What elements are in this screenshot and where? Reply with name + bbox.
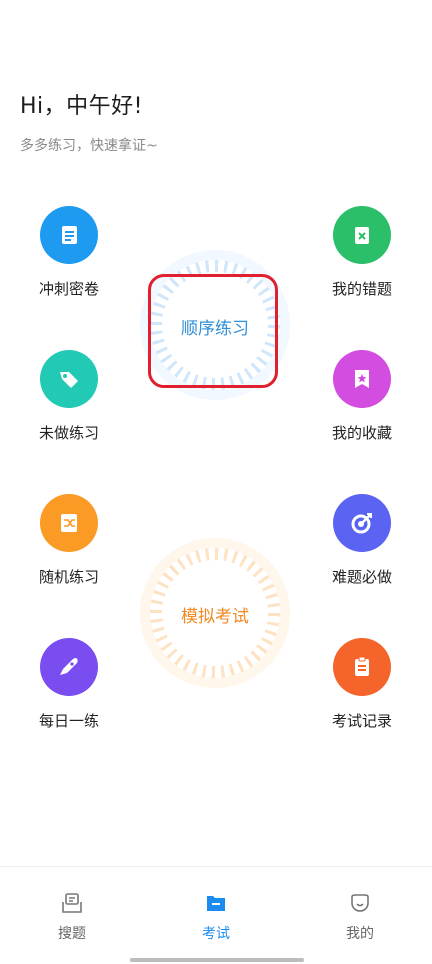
tab-mine[interactable]: 我的 [310, 891, 410, 943]
home-indicator [130, 958, 304, 962]
tile-label: 冲刺密卷 [38, 280, 99, 298]
tab-label: 考试 [202, 926, 230, 942]
tile-label: 我的错题 [331, 280, 392, 298]
tab-label: 搜题 [58, 926, 86, 942]
tab-exam[interactable]: 考试 [166, 891, 266, 943]
tile-label: 随机练习 [38, 568, 99, 586]
tab-label: 我的 [346, 926, 374, 942]
mock-exam-label: 模拟考试 [181, 607, 249, 627]
tab-search-question[interactable]: 搜题 [22, 891, 122, 943]
search-question-icon [60, 891, 84, 915]
mock-exam-button[interactable]: 模拟考试 [140, 538, 290, 688]
document-icon [40, 206, 98, 264]
tile-label: 考试记录 [331, 712, 392, 730]
tile-my-favorites[interactable]: 我的收藏 [312, 350, 412, 443]
tile-undone-practice[interactable]: 未做练习 [19, 350, 119, 443]
tile-daily-practice[interactable]: 每日一练 [19, 638, 119, 731]
tile-label: 每日一练 [38, 712, 99, 730]
tile-my-wrong-questions[interactable]: 我的错题 [312, 206, 412, 299]
tile-sprint-paper[interactable]: 冲刺密卷 [19, 206, 119, 299]
tile-random-practice[interactable]: 随机练习 [19, 494, 119, 587]
greeting-title: Hi，中午好! [20, 94, 143, 119]
tile-must-do-hard[interactable]: 难题必做 [312, 494, 412, 587]
tile-exam-records[interactable]: 考试记录 [312, 638, 412, 731]
greeting-subtitle: 多多练习，快速拿证~ [20, 138, 158, 154]
folder-minus-icon [204, 891, 228, 915]
tile-label: 我的收藏 [331, 424, 392, 442]
highlight-box-sequential [148, 274, 278, 388]
bottom-tab-bar: 搜题 考试 我的 [0, 866, 432, 964]
tile-label: 未做练习 [38, 424, 99, 442]
tile-label: 难题必做 [331, 568, 392, 586]
tag-icon [40, 350, 98, 408]
rocket-icon [40, 638, 98, 696]
target-icon [333, 494, 391, 552]
clipboard-icon [333, 638, 391, 696]
bookmark-star-icon [333, 350, 391, 408]
shuffle-icon [40, 494, 98, 552]
wrong-question-icon [333, 206, 391, 264]
profile-face-icon [348, 891, 372, 915]
